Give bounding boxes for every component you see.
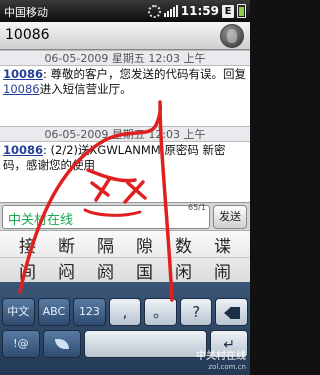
message-text: : 尊敬的客户，您发送的代码有误。回复 bbox=[43, 67, 247, 81]
conversation-title: 10086 bbox=[5, 27, 50, 43]
watermark-url: zol.com.cn bbox=[208, 363, 246, 371]
handwriting-key[interactable] bbox=[42, 330, 81, 358]
candidate-char[interactable]: 隙 bbox=[136, 232, 153, 257]
send-button[interactable]: 发送 bbox=[213, 205, 247, 229]
candidate-char[interactable]: 断 bbox=[58, 232, 75, 257]
character-counter: 65/1 bbox=[188, 203, 206, 212]
leaf-icon bbox=[54, 339, 69, 349]
candidate-char[interactable]: 隔 bbox=[97, 232, 114, 257]
candidate-row: 间 闷 阏 国 闲 闹 bbox=[0, 257, 250, 283]
delete-button[interactable] bbox=[215, 298, 249, 326]
message-sender[interactable]: 10086 bbox=[3, 67, 43, 81]
candidate-char[interactable]: 闷 bbox=[58, 258, 75, 283]
battery-icon bbox=[237, 4, 246, 18]
status-icons: 11:59 E bbox=[147, 3, 246, 19]
message-date: 06-05-2009 星期五 12:03 上午 bbox=[0, 50, 250, 66]
comma-key[interactable]: , bbox=[108, 298, 142, 326]
network-edge-icon: E bbox=[222, 4, 234, 18]
candidate-char[interactable]: 闲 bbox=[175, 258, 192, 283]
candidate-char[interactable]: 阏 bbox=[97, 258, 114, 283]
gear-icon bbox=[147, 4, 161, 18]
message-item[interactable]: 10086: 尊敬的客户，您发送的代码有误。回复10086进入短信营业厅。 bbox=[0, 66, 250, 126]
ime-candidate-panel: 接 断 隔 隙 数 谍 间 闷 阏 国 闲 闹 bbox=[0, 230, 250, 283]
space-key[interactable] bbox=[83, 330, 208, 358]
handwriting-keyboard[interactable]: 中文 ABC 123 , 。 ? !@ ↵ 中关村在线 zol.com.cn bbox=[0, 282, 250, 375]
watermark: 中关村在线 zol.com.cn bbox=[196, 351, 246, 373]
message-list[interactable]: 06-05-2009 星期五 12:03 上午 10086: 尊敬的客户，您发送… bbox=[0, 50, 250, 202]
clock: 11:59 bbox=[180, 4, 219, 18]
candidate-char[interactable]: 闹 bbox=[214, 258, 231, 283]
conversation-header: 10086 bbox=[0, 22, 250, 50]
question-key[interactable]: ? bbox=[179, 298, 213, 326]
contact-avatar-icon[interactable] bbox=[220, 24, 244, 48]
candidate-char[interactable]: 国 bbox=[136, 258, 153, 283]
candidate-char[interactable]: 数 bbox=[175, 232, 192, 257]
watermark-brand: 中关村在线 bbox=[196, 351, 246, 362]
abc-key[interactable]: ABC bbox=[37, 298, 71, 326]
signal-icon bbox=[163, 5, 178, 17]
number-key[interactable]: 123 bbox=[73, 298, 106, 326]
message-sender[interactable]: 10086 bbox=[3, 143, 43, 157]
candidate-row: 接 断 隔 隙 数 谍 bbox=[0, 231, 250, 257]
chinese-mode-key[interactable]: 中文 bbox=[2, 298, 35, 326]
status-bar: 中国移动 11:59 E bbox=[0, 0, 250, 22]
message-text: 进入短信营业厅。 bbox=[39, 82, 132, 96]
period-key[interactable]: 。 bbox=[144, 298, 177, 326]
candidate-char[interactable]: 间 bbox=[19, 258, 36, 283]
compose-bar: 中关村在线 发送 bbox=[0, 202, 250, 230]
phone-number-link[interactable]: 10086 bbox=[3, 82, 40, 96]
carrier-name: 中国移动 bbox=[4, 6, 48, 19]
message-date: 06-05-2009 星期五 12:03 上午 bbox=[0, 126, 250, 142]
candidate-char[interactable]: 谍 bbox=[214, 232, 231, 257]
message-item[interactable]: 10086: (2/2)送XGWLANMM 原密码 新密码，感谢您的使用 bbox=[0, 142, 250, 176]
symbols-key[interactable]: !@ bbox=[2, 330, 40, 358]
keyboard-row: 中文 ABC 123 , 。 ? bbox=[2, 298, 249, 328]
candidate-char[interactable]: 接 bbox=[19, 232, 36, 257]
message-input[interactable]: 中关村在线 bbox=[2, 205, 210, 229]
